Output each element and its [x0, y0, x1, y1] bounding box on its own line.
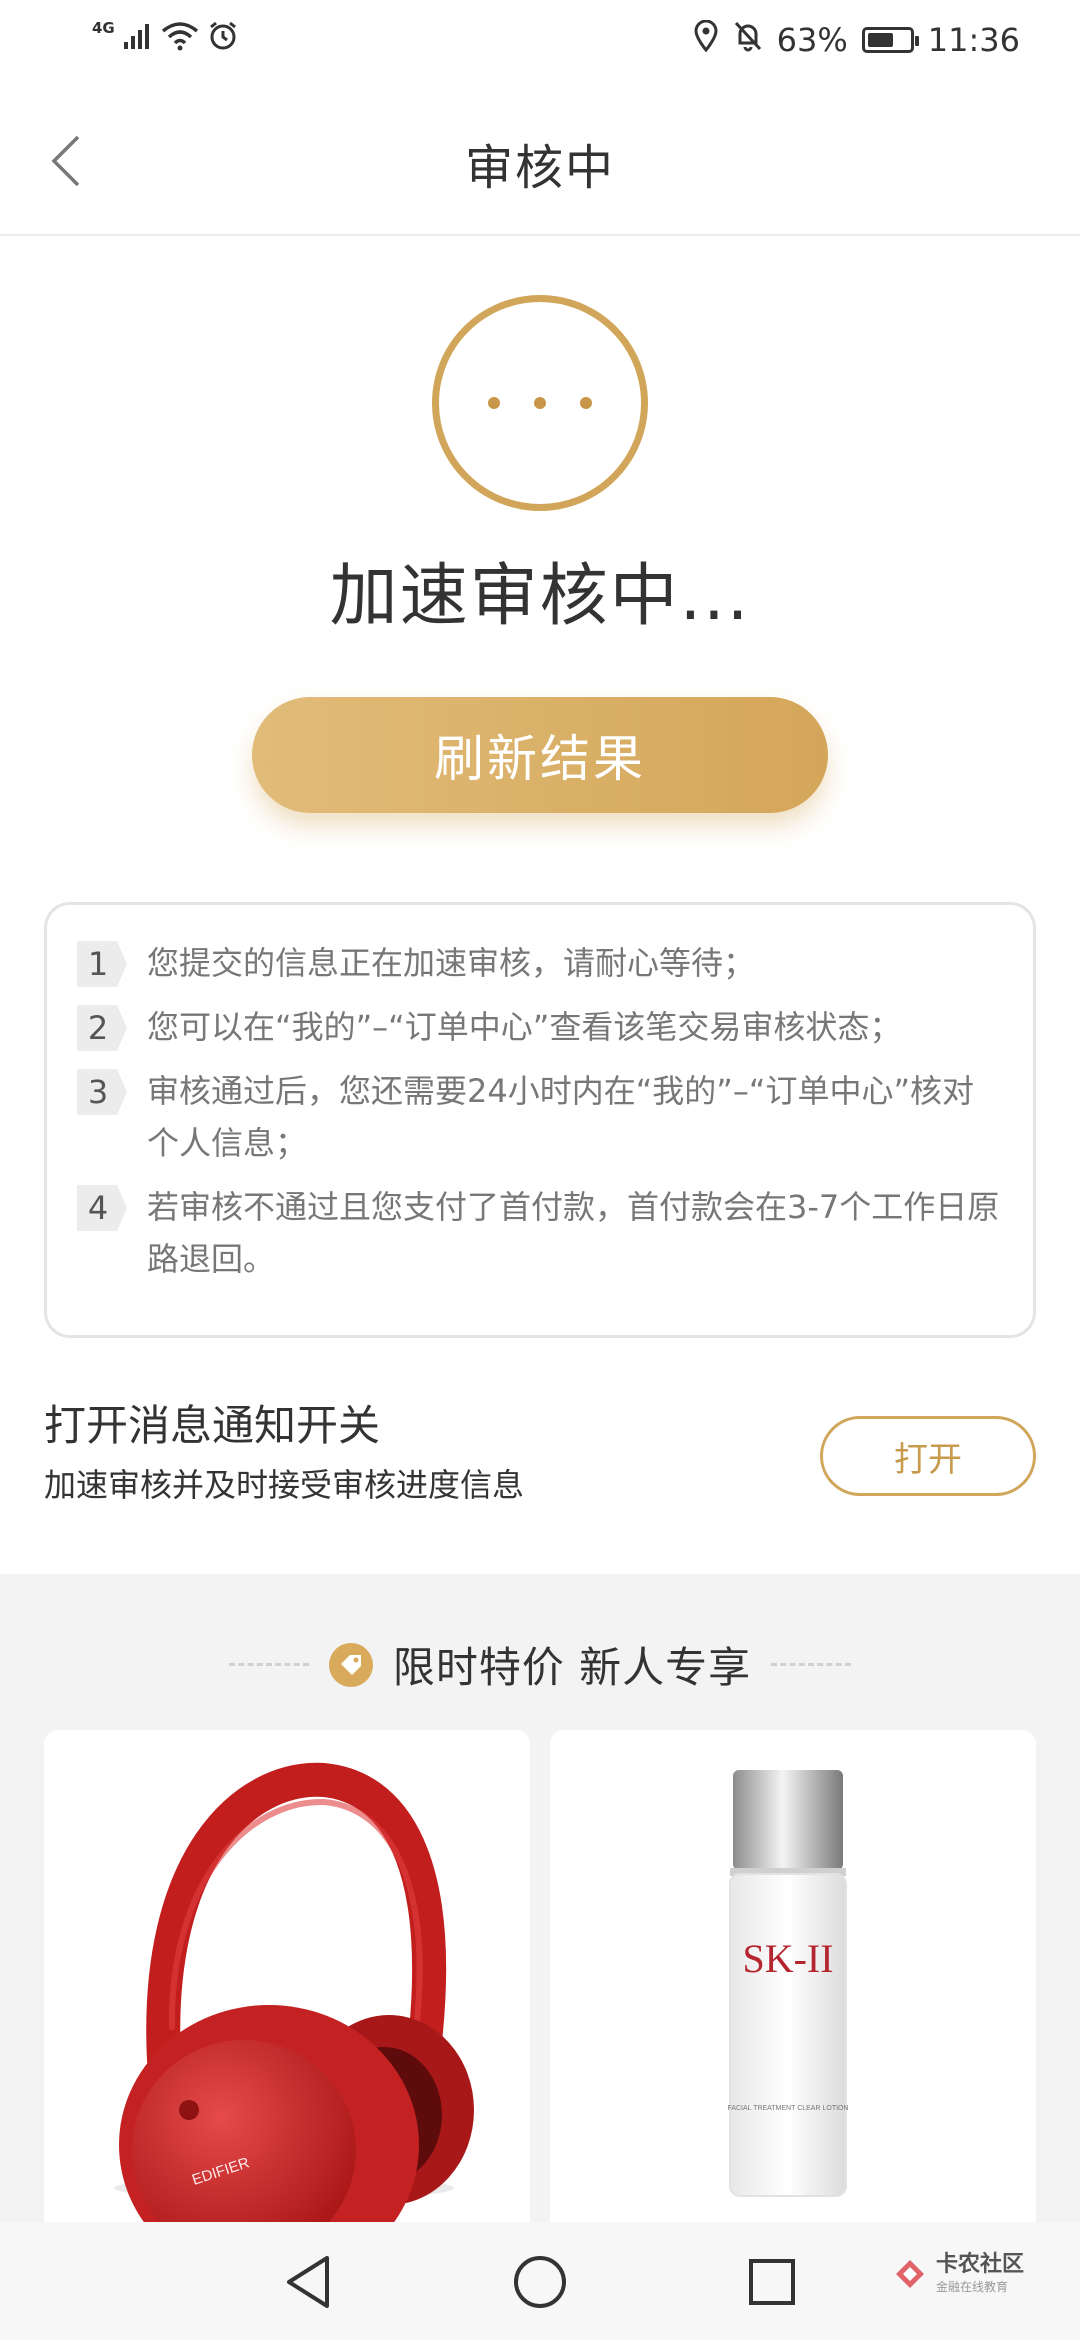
alarm-icon [207, 20, 239, 56]
system-nav-bar: 卡农社区 金融在线教育 [0, 2222, 1080, 2340]
info-text: 您可以在“我的”–“订单中心”查看该笔交易审核状态； [147, 1008, 902, 1046]
location-icon [693, 19, 719, 60]
battery-percent: 63% [776, 21, 848, 59]
status-bar: 4G 63% 11:36 [0, 0, 1080, 86]
status-left: 4G [92, 19, 239, 56]
promo-title: 限时特价 新人专享 [392, 1643, 752, 1692]
nav-bar: 审核中 [0, 86, 1080, 236]
system-recents-button[interactable] [742, 2252, 802, 2312]
wifi-icon [161, 21, 199, 55]
pending-icon [432, 295, 648, 511]
system-home-button[interactable] [510, 2252, 570, 2312]
info-number-badge: 4 [77, 1185, 127, 1231]
circle-home-icon [514, 2256, 566, 2308]
notification-subtitle: 加速审核并及时接受审核进度信息 [44, 1466, 525, 1504]
mute-bell-icon [733, 20, 763, 60]
watermark-subtitle: 金融在线教育 [935, 2280, 1008, 2294]
notification-title: 打开消息通知开关 [44, 1401, 381, 1450]
pending-dot [488, 397, 500, 409]
pending-dot [534, 397, 546, 409]
info-item: 1 您提交的信息正在加速审核，请耐心等待； [77, 937, 1003, 989]
info-number-badge: 1 [77, 941, 127, 987]
open-notification-button[interactable]: 打开 [820, 1416, 1036, 1496]
watermark: 卡农社区 金融在线教育 [892, 2252, 1024, 2295]
system-back-button[interactable] [278, 2252, 338, 2312]
price-tag-icon [328, 1642, 373, 1687]
info-text: 审核通过后，您还需要24小时内在“我的”–“订单中心”核对个人信息； [147, 1072, 975, 1162]
page-title: 审核中 [464, 140, 615, 196]
watermark-logo-icon [895, 2259, 924, 2288]
status-right: 63% 11:36 [693, 19, 1020, 60]
lotion-brand: SK-II [742, 1936, 833, 1981]
square-recents-icon [749, 2259, 795, 2305]
info-item: 4 若审核不通过且您支付了首付款，首付款会在3-7个工作日原路退回。 [77, 1181, 1003, 1285]
info-text: 您提交的信息正在加速审核，请耐心等待； [147, 944, 756, 982]
info-item: 2 您可以在“我的”–“订单中心”查看该笔交易审核状态； [77, 1001, 1003, 1053]
network-type: 4G [92, 19, 115, 37]
clock: 11:36 [927, 21, 1020, 59]
info-number-badge: 2 [77, 1005, 127, 1051]
info-text: 若审核不通过且您支付了首付款，首付款会在3-7个工作日原路退回。 [147, 1188, 1000, 1278]
info-number-badge: 3 [77, 1069, 127, 1115]
battery-level [867, 33, 893, 47]
pending-dot [580, 397, 592, 409]
review-info-box: 1 您提交的信息正在加速审核，请耐心等待； 2 您可以在“我的”–“订单中心”查… [44, 902, 1036, 1338]
watermark-title: 卡农社区 [935, 2252, 1024, 2277]
watermark-text: 卡农社区 金融在线教育 [936, 2252, 1024, 2295]
info-item: 3 审核通过后，您还需要24小时内在“我的”–“订单中心”核对个人信息； [77, 1065, 1003, 1169]
divider [771, 1663, 852, 1666]
promo-header: 限时特价 新人专享 [0, 1634, 1080, 1695]
review-status-heading: 加速审核中... [329, 557, 751, 636]
lotion-label: FACIAL TREATMENT CLEAR LOTION [727, 2105, 848, 2112]
triangle-back-icon [287, 2256, 329, 2308]
divider [228, 1663, 309, 1666]
refresh-result-button[interactable]: 刷新结果 [252, 697, 828, 813]
battery-icon [861, 27, 919, 53]
signal-icon [123, 22, 153, 54]
